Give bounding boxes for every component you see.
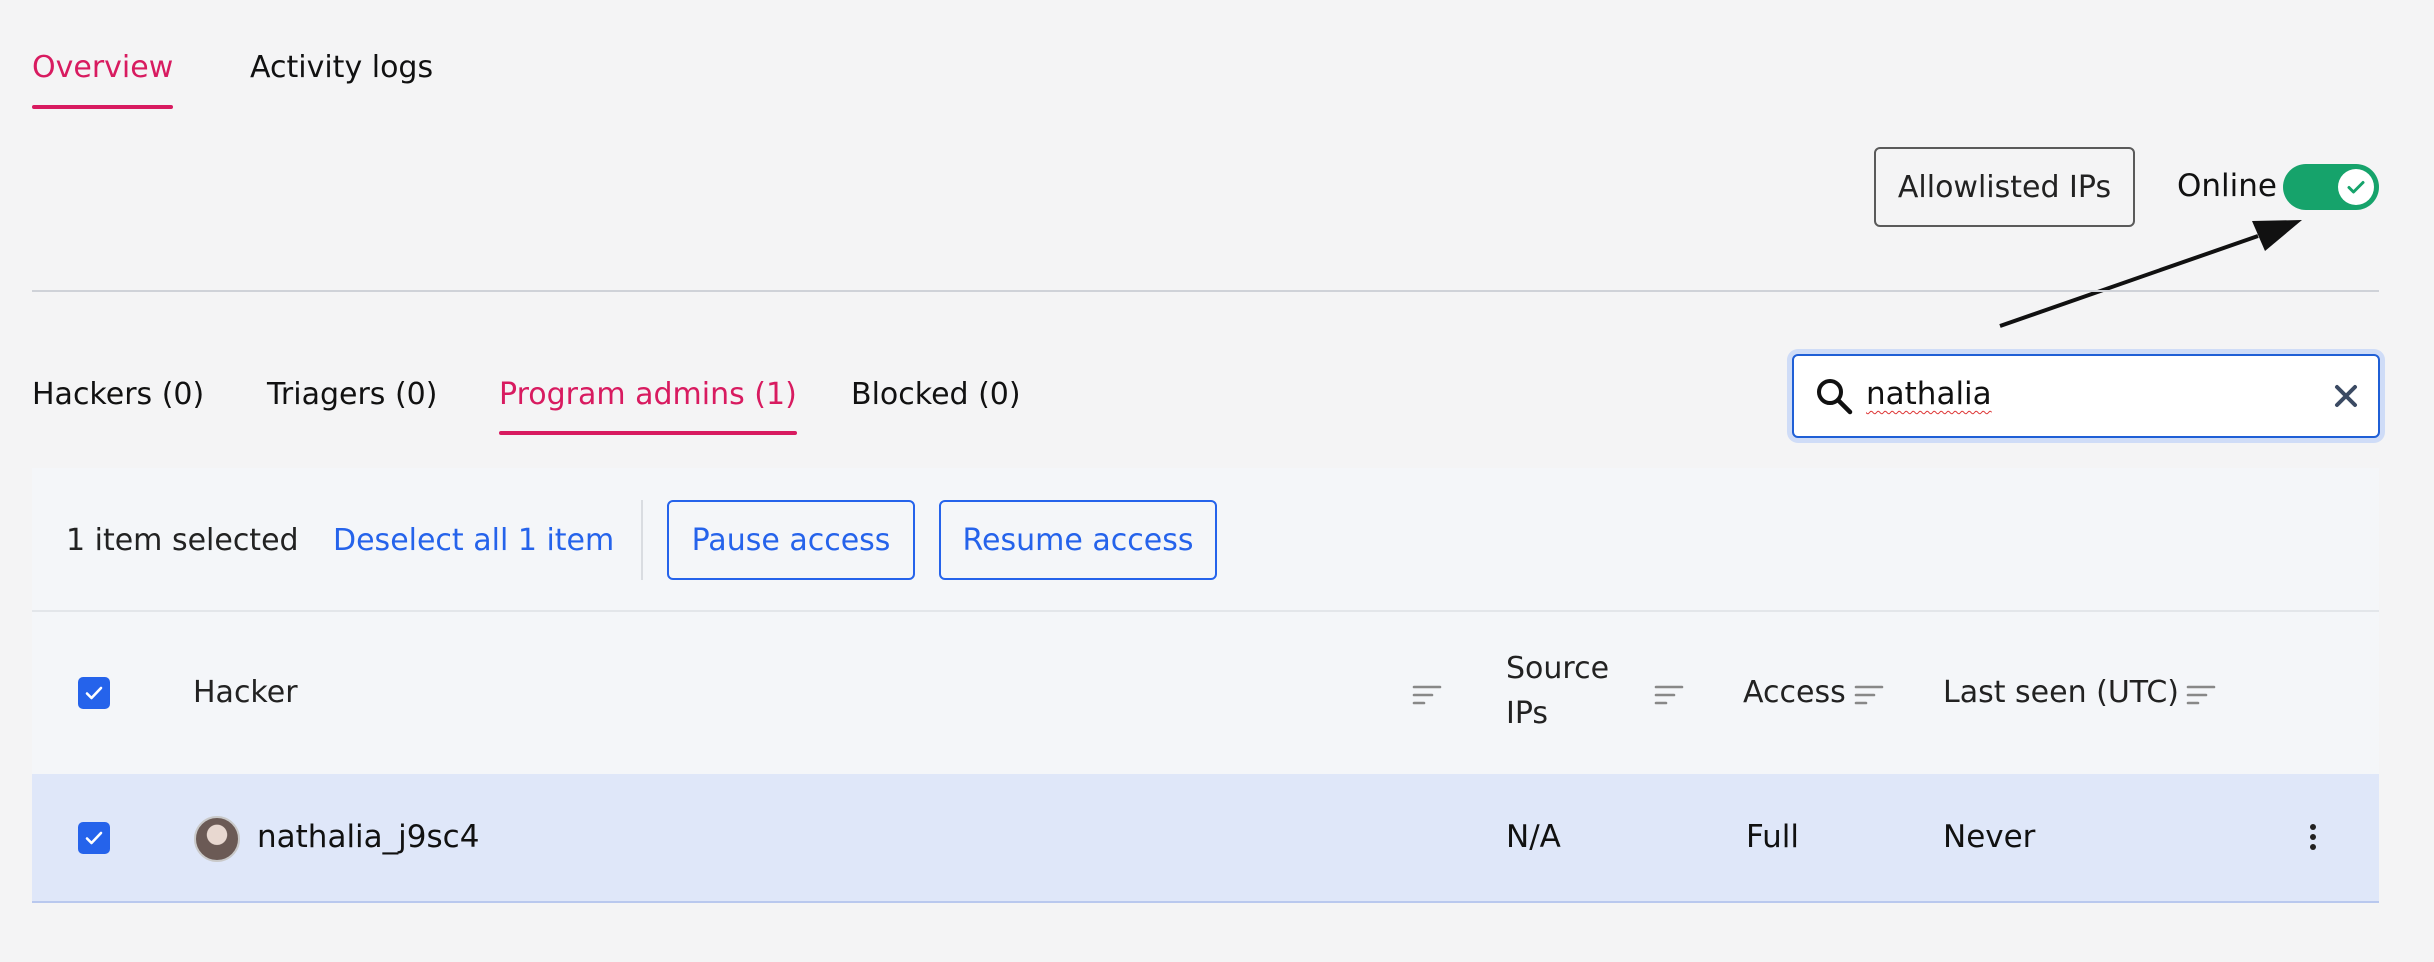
column-header-hacker[interactable]: Hacker (193, 675, 298, 710)
avatar (194, 816, 240, 862)
column-header-access[interactable]: Access (1743, 675, 1846, 710)
column-header-source-ips-line1: Source (1506, 651, 1610, 686)
row-checkbox[interactable] (78, 822, 110, 854)
section-divider (32, 290, 2379, 292)
hacker-username[interactable]: nathalia_j9sc4 (257, 819, 479, 855)
select-all-checkbox[interactable] (78, 677, 110, 709)
source-ips-value: N/A (1506, 819, 1561, 855)
selection-count: 1 item selected (66, 523, 299, 558)
bulk-action-bar: 1 item selected Deselect all 1 item Paus… (32, 468, 2379, 612)
tab-overview[interactable]: Overview (32, 50, 174, 109)
table-header: Hacker Source IPs Access Last seen (UTC) (32, 614, 2379, 774)
tab-triagers[interactable]: Triagers (0) (267, 377, 437, 412)
column-header-last-seen[interactable]: Last seen (UTC) (1943, 675, 2179, 710)
last-seen-value: Never (1943, 819, 2036, 855)
resume-access-button[interactable]: Resume access (939, 500, 1217, 580)
column-header-source-ips-line2: IPs (1506, 696, 1549, 731)
access-value: Full (1746, 819, 1800, 855)
search-icon (1814, 376, 1854, 420)
allowlisted-ips-button[interactable]: Allowlisted IPs (1874, 147, 2135, 227)
bulk-divider (641, 500, 643, 580)
online-label: Online (2177, 168, 2277, 204)
tab-activity-logs[interactable]: Activity logs (250, 50, 433, 85)
sort-icon[interactable] (1412, 684, 1442, 710)
pause-access-button[interactable]: Pause access (667, 500, 915, 580)
search-input[interactable]: nathalia (1792, 354, 2380, 438)
annotation-arrow-icon (1999, 220, 2302, 328)
tab-blocked[interactable]: Blocked (0) (851, 377, 1021, 412)
sort-icon[interactable] (1654, 684, 1684, 710)
tab-hackers[interactable]: Hackers (0) (32, 377, 204, 412)
table-row[interactable]: nathalia_j9sc4 N/A Full Never (32, 774, 2379, 903)
check-icon (2338, 169, 2374, 205)
sort-icon[interactable] (2186, 684, 2216, 710)
online-toggle[interactable] (2283, 164, 2379, 210)
clear-search-icon[interactable] (2332, 382, 2360, 414)
admins-table-panel: 1 item selected Deselect all 1 item Paus… (32, 468, 2379, 903)
tab-program-admins[interactable]: Program admins (1) (499, 377, 797, 435)
deselect-all-link[interactable]: Deselect all 1 item (333, 523, 614, 558)
sort-icon[interactable] (1854, 684, 1884, 710)
column-header-source-ips[interactable]: Source IPs (1506, 651, 1609, 731)
more-options-icon[interactable] (2310, 824, 2320, 854)
search-value: nathalia (1866, 376, 1992, 412)
